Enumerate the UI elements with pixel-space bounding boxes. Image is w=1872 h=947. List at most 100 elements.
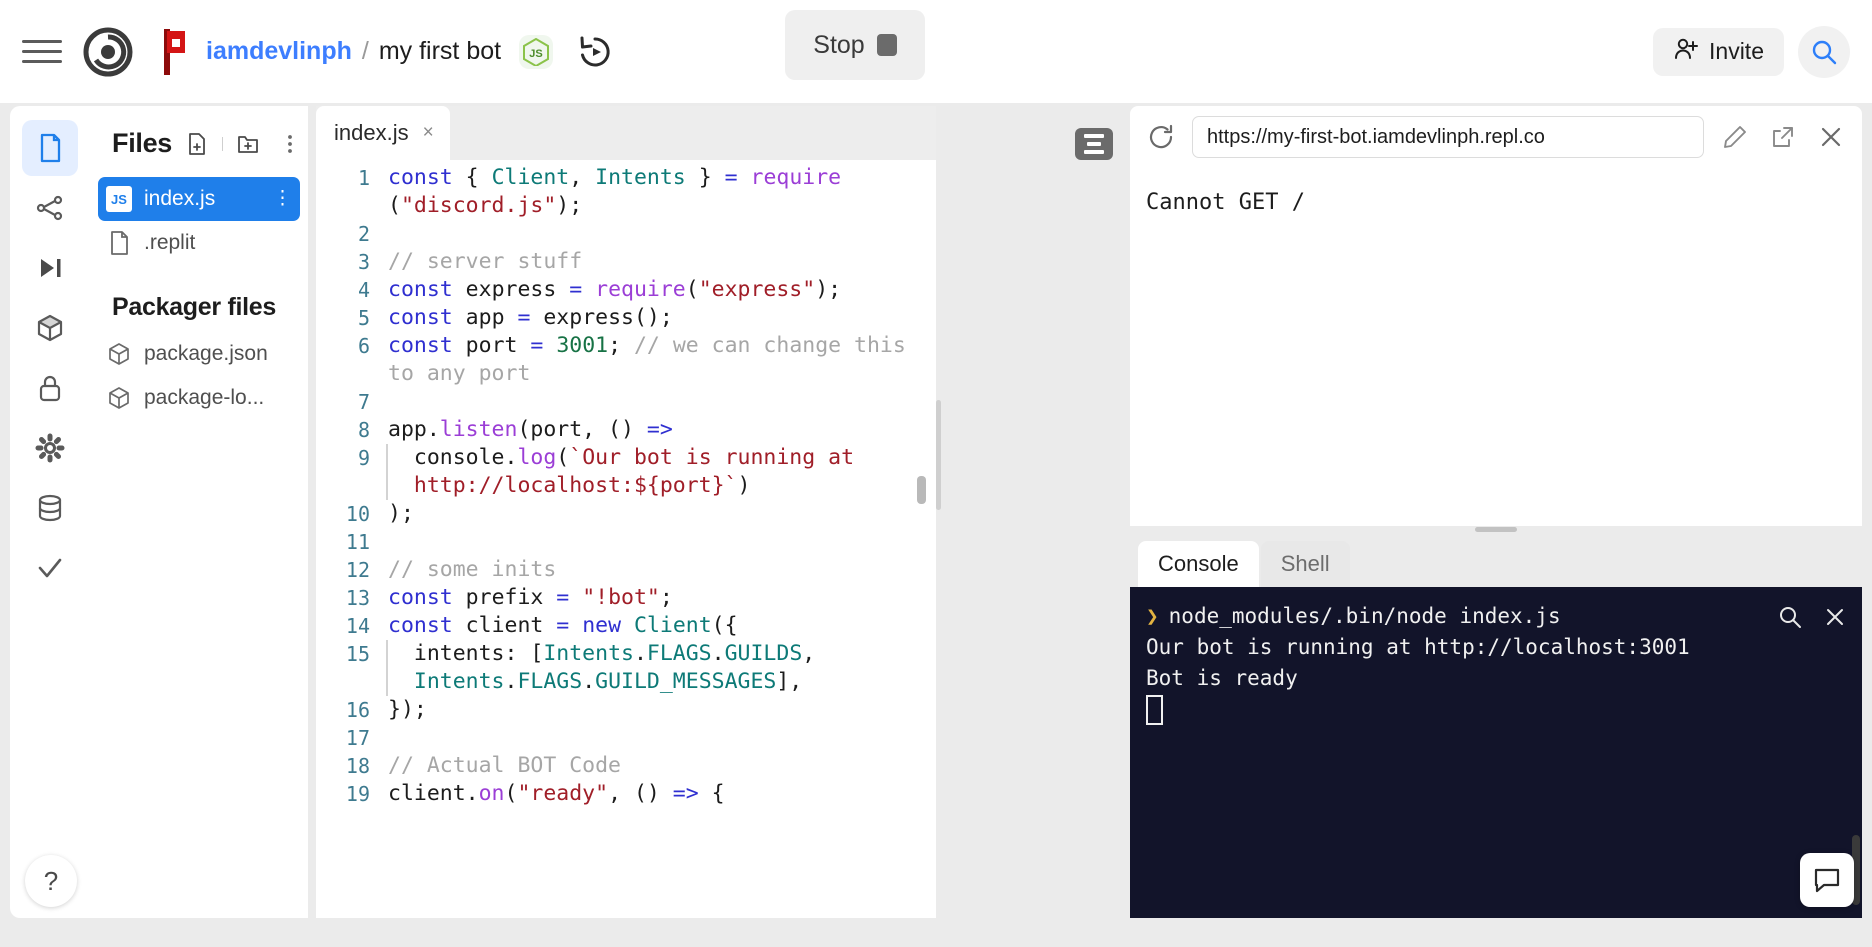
code-content[interactable]: 1 const { Client, Intents } = require ("di… <box>316 160 936 918</box>
code-line: 1 const { Client, Intents } = require <box>316 164 936 192</box>
url-input[interactable] <box>1192 116 1704 158</box>
line-number: 12 <box>345 558 370 582</box>
sidebar-item-secrets[interactable] <box>22 360 78 416</box>
code-text: intents: [Intents.FLAGS.GUILDS, <box>386 640 936 668</box>
console-panel: Console Shell ❯ node_modules/.bin/node i… <box>1130 535 1862 918</box>
stop-label: Stop <box>813 30 865 59</box>
code-text: // Actual BOT Code <box>388 753 621 778</box>
file-name: package.json <box>144 342 268 365</box>
breadcrumb: iamdevlinph / my first bot <box>206 37 501 66</box>
line-number: 19 <box>345 782 370 806</box>
file-item-index-js[interactable]: JS index.js ⋮ <box>98 177 300 221</box>
format-code-icon[interactable] <box>1075 128 1113 160</box>
js-file-icon: JS <box>106 186 132 212</box>
code-text: const client = new Client({ <box>388 613 738 638</box>
sidebar-item-settings[interactable] <box>22 420 78 476</box>
breadcrumb-separator: / <box>361 37 369 65</box>
hamburger-menu-icon[interactable] <box>22 32 62 72</box>
stop-square-icon <box>876 34 897 56</box>
console-prompt-icon: ❯ <box>1146 604 1159 628</box>
invite-button[interactable]: Invite <box>1653 27 1784 76</box>
search-icon[interactable] <box>1798 25 1850 78</box>
sidebar-item-database[interactable] <box>22 480 78 536</box>
sidebar-item-checks[interactable] <box>22 540 78 596</box>
close-icon[interactable] <box>1814 120 1848 154</box>
sidebar-item-packages[interactable] <box>22 300 78 356</box>
code-text: const port = 3001; // we can change this <box>388 333 906 358</box>
code-editor-panel: index.js × 1 const { Client, Intents } = … <box>316 106 936 918</box>
package-icon <box>106 386 132 410</box>
file-list: JS index.js ⋮ .replit <box>90 177 308 265</box>
files-more-icon[interactable] <box>277 131 303 157</box>
nodejs-badge-icon: JS <box>519 34 554 69</box>
console-search-icon[interactable] <box>1778 605 1802 629</box>
files-panel: Files JS index.js ⋮ .replit Packager fil… <box>90 106 308 918</box>
sidebar-item-version-control[interactable] <box>22 180 78 236</box>
files-title: Files <box>112 128 173 158</box>
breadcrumb-owner[interactable]: iamdevlinph <box>206 37 352 66</box>
chat-icon[interactable] <box>1800 853 1854 907</box>
history-icon[interactable] <box>573 30 617 74</box>
code-text: http://localhost:${port}`) <box>386 472 936 500</box>
svg-text:JS: JS <box>529 48 542 60</box>
code-line: 17 <box>316 724 936 752</box>
new-file-icon[interactable] <box>184 131 210 157</box>
code-line: Intents.FLAGS.GUILD_MESSAGES], <box>316 668 936 696</box>
help-button[interactable]: ? <box>25 855 77 907</box>
line-number: 5 <box>357 306 370 330</box>
code-line: 6 const port = 3001; // we can change thi… <box>316 332 936 360</box>
terminal-cursor <box>1146 695 1163 725</box>
code-text: to any port <box>388 361 531 386</box>
line-number <box>316 360 388 388</box>
console-output-line: Bot is ready <box>1146 666 1298 690</box>
editor-scrollbar[interactable] <box>917 476 926 504</box>
packager-file-list: package.json package-lo... <box>90 332 308 420</box>
line-number: 11 <box>345 530 370 554</box>
code-text: const { Client, Intents } = require <box>388 165 842 190</box>
line-number: 9 <box>357 446 370 470</box>
stop-button[interactable]: Stop <box>785 10 925 80</box>
line-number: 14 <box>345 614 370 638</box>
code-text: Intents.FLAGS.GUILD_MESSAGES], <box>386 668 936 696</box>
editor-tab-index-js[interactable]: index.js × <box>316 106 450 160</box>
console-close-icon[interactable] <box>1824 606 1846 628</box>
file-item-package-json[interactable]: package.json <box>98 332 300 376</box>
code-line: 10); <box>316 500 936 528</box>
line-number: 10 <box>345 502 370 526</box>
code-line: 2 <box>316 220 936 248</box>
line-number: 6 <box>357 334 370 358</box>
tab-shell[interactable]: Shell <box>1260 541 1350 587</box>
console-output[interactable]: ❯ node_modules/.bin/node index.js Our bo… <box>1130 587 1862 918</box>
sidebar-item-files[interactable] <box>22 120 78 176</box>
new-folder-icon[interactable] <box>235 131 261 157</box>
console-tab-strip: Console Shell <box>1130 535 1862 587</box>
top-bar-right-actions: Invite <box>1653 0 1850 103</box>
tab-label: index.js <box>334 120 409 145</box>
replit-logo-icon[interactable] <box>80 24 136 80</box>
webview-resize-handle[interactable] <box>1475 527 1517 532</box>
editor-resize-handle[interactable] <box>936 400 941 510</box>
reload-icon[interactable] <box>1144 120 1178 154</box>
add-person-icon <box>1673 36 1699 68</box>
breadcrumb-project[interactable]: my first bot <box>379 37 501 66</box>
code-line: 18 // Actual BOT Code <box>316 752 936 780</box>
file-item-replit[interactable]: .replit <box>98 221 300 265</box>
file-more-icon[interactable]: ⋮ <box>273 189 292 208</box>
console-tools <box>1778 605 1846 629</box>
sidebar-item-run[interactable] <box>22 240 78 296</box>
file-name: package-lo... <box>144 386 265 409</box>
external-link-icon[interactable] <box>1766 120 1800 154</box>
code-text: const express = require("express"); <box>388 277 842 302</box>
console-command: node_modules/.bin/node index.js <box>1168 604 1561 628</box>
flag-logo-icon[interactable] <box>152 24 192 80</box>
file-icon <box>106 231 132 255</box>
console-output-line: Our bot is running at http://localhost:3… <box>1146 635 1690 659</box>
tab-close-icon[interactable]: × <box>423 122 434 144</box>
code-line: 13 const prefix = "!bot"; <box>316 584 936 612</box>
tab-console[interactable]: Console <box>1138 541 1259 587</box>
code-text: app.listen(port, () => <box>388 417 673 442</box>
pencil-icon[interactable] <box>1718 120 1752 154</box>
file-item-package-lock[interactable]: package-lo... <box>98 376 300 420</box>
